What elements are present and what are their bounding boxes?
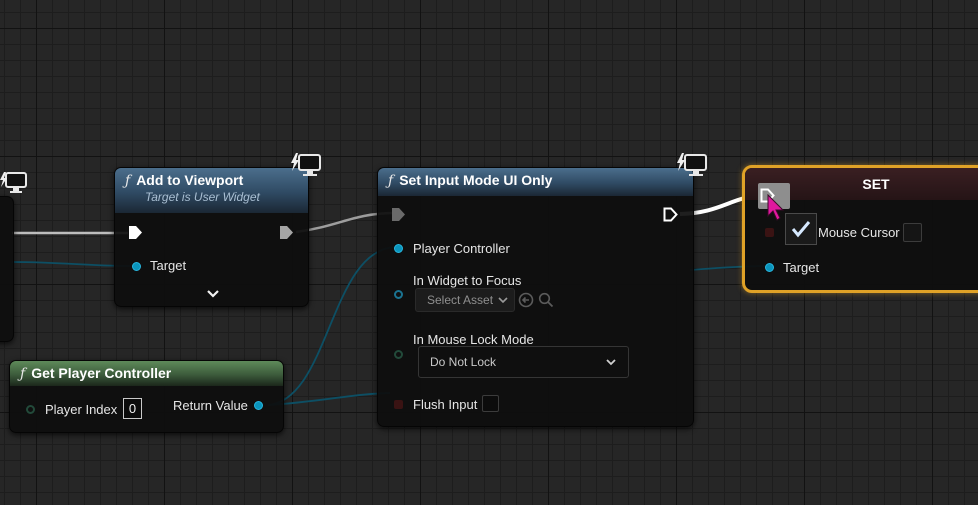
show-mouse-cursor-checkbox[interactable] bbox=[903, 223, 922, 242]
object-wire-left bbox=[11, 261, 131, 267]
player-index-pin[interactable] bbox=[26, 405, 35, 414]
browse-icon[interactable] bbox=[518, 292, 534, 308]
set-node-title: SET bbox=[862, 176, 890, 192]
set-input-mode-ui-only-node[interactable]: ƒ Set Input Mode UI Only Player Controlle… bbox=[377, 167, 694, 427]
flush-input-pin[interactable] bbox=[394, 400, 403, 409]
exec-out-pin[interactable] bbox=[279, 225, 294, 240]
in-widget-to-focus-label: In Widget to Focus bbox=[413, 273, 522, 288]
network-icon bbox=[291, 153, 321, 176]
blueprint-graph-canvas[interactable]: ƒ Add to Viewport Target is User Widget T… bbox=[0, 0, 978, 505]
cursor-icon bbox=[767, 194, 785, 221]
network-icon bbox=[677, 153, 707, 176]
add-to-viewport-node[interactable]: ƒ Add to Viewport Target is User Widget T… bbox=[114, 167, 309, 307]
player-controller-label: Player Controller bbox=[413, 241, 510, 256]
player-index-input[interactable]: 0 bbox=[123, 398, 142, 419]
player-index-label: Player Index bbox=[45, 402, 118, 417]
get-player-controller-node[interactable]: ƒ Get Player Controller Player Index 0 Re… bbox=[9, 360, 284, 433]
chevron-down-icon[interactable] bbox=[206, 289, 220, 299]
in-mouse-lock-mode-pin[interactable] bbox=[394, 350, 403, 359]
chevron-down-icon bbox=[606, 359, 616, 366]
offscreen-node-left[interactable] bbox=[0, 196, 14, 342]
exec-in-pin[interactable] bbox=[128, 225, 143, 240]
network-icon bbox=[0, 172, 27, 193]
exec-in-pin[interactable] bbox=[391, 207, 406, 222]
flush-input-checkbox[interactable] bbox=[482, 395, 499, 412]
add-to-viewport-header[interactable]: ƒ Add to Viewport Target is User Widget bbox=[115, 168, 308, 213]
target-label: Target bbox=[150, 258, 187, 273]
show-mouse-cursor-pin[interactable] bbox=[765, 228, 774, 237]
get-player-controller-title: Get Player Controller bbox=[31, 365, 172, 381]
mouse-lock-mode-dropdown[interactable]: Do Not Lock bbox=[418, 346, 629, 378]
function-icon: ƒ bbox=[125, 173, 131, 189]
target-pin[interactable] bbox=[132, 262, 141, 271]
exec-out-pin[interactable] bbox=[663, 207, 678, 222]
function-icon: ƒ bbox=[20, 366, 26, 382]
player-controller-pin[interactable] bbox=[394, 244, 403, 253]
show-mouse-cursor-label: Mouse Cursor bbox=[818, 225, 900, 240]
mouse-lock-mode-value: Do Not Lock bbox=[430, 355, 497, 369]
chevron-down-icon bbox=[498, 297, 508, 304]
flush-input-label: Flush Input bbox=[413, 397, 478, 412]
select-asset-value: Select Asset bbox=[427, 293, 494, 307]
return-value-label: Return Value bbox=[173, 398, 248, 413]
in-mouse-lock-mode-label: In Mouse Lock Mode bbox=[413, 332, 534, 347]
checkmark-icon bbox=[791, 221, 811, 238]
search-icon[interactable] bbox=[538, 292, 554, 308]
add-to-viewport-title: Add to Viewport bbox=[136, 172, 244, 188]
set-target-pin[interactable] bbox=[765, 263, 774, 272]
show-mouse-cursor-tooltip-check bbox=[785, 213, 817, 245]
set-target-label: Target bbox=[783, 260, 820, 275]
return-value-pin[interactable] bbox=[254, 401, 263, 410]
get-player-controller-header[interactable]: ƒ Get Player Controller bbox=[10, 361, 283, 386]
function-icon: ƒ bbox=[388, 173, 394, 189]
set-input-mode-title: Set Input Mode UI Only bbox=[399, 172, 553, 188]
set-variable-node[interactable]: SET Mouse Cursor Target bbox=[742, 165, 978, 293]
select-asset-dropdown[interactable]: Select Asset bbox=[415, 288, 515, 312]
in-widget-to-focus-pin[interactable] bbox=[394, 290, 403, 299]
add-to-viewport-subtitle: Target is User Widget bbox=[145, 190, 260, 204]
set-input-mode-header[interactable]: ƒ Set Input Mode UI Only bbox=[378, 168, 693, 196]
